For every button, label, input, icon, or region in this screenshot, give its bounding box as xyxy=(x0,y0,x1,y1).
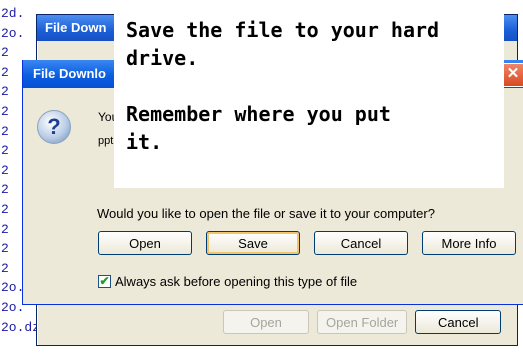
always-ask-checkbox[interactable]: ✔ xyxy=(98,275,111,288)
open-button[interactable]: Open xyxy=(98,231,192,255)
cancel-button[interactable]: Cancel xyxy=(314,231,408,255)
instruction-line-3: Remember where you put xyxy=(126,102,391,126)
question-icon: ? xyxy=(37,110,71,144)
back-window-buttons: Open Open Folder Cancel xyxy=(223,310,502,334)
save-button[interactable]: Save xyxy=(206,231,300,255)
always-ask-label[interactable]: Always ask before opening this type of f… xyxy=(115,274,357,289)
always-ask-option: ✔ Always ask before opening this type of… xyxy=(98,274,357,289)
dialog-buttons: Open Save Cancel More Info xyxy=(98,231,516,255)
back-open-button[interactable]: Open xyxy=(223,310,309,334)
instruction-line-4: it. xyxy=(126,130,163,154)
dialog-title: File Downlo xyxy=(33,66,106,81)
close-button[interactable]: ✕ xyxy=(501,63,523,87)
instruction-line-1: Save the file to your hard xyxy=(126,18,440,42)
open-folder-button[interactable]: Open Folder xyxy=(317,310,408,334)
open-or-save-question: Would you like to open the file or save … xyxy=(97,206,435,221)
back-cancel-button[interactable]: Cancel xyxy=(415,310,502,334)
more-info-button[interactable]: More Info xyxy=(422,231,516,255)
instruction-line-2: drive. xyxy=(126,46,199,70)
instruction-overlay: Save the file to your hard drive. Rememb… xyxy=(114,10,504,188)
close-icon: ✕ xyxy=(506,65,520,82)
